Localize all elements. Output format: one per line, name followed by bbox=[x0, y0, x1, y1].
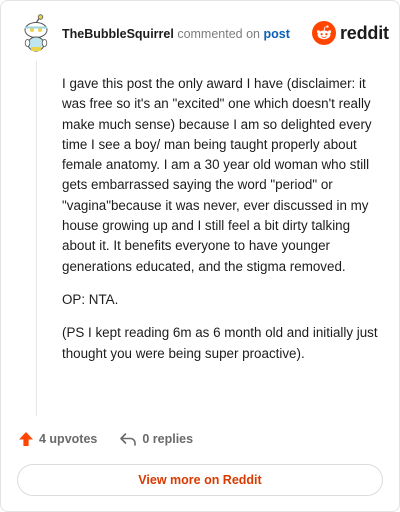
comment-paragraph: (PS I kept reading 6m as 6 month old and… bbox=[62, 325, 378, 361]
upvote-button[interactable]: 4 upvotes bbox=[18, 431, 97, 447]
reply-arrow-icon bbox=[120, 433, 137, 446]
upvote-count: 4 upvotes bbox=[39, 432, 98, 446]
author-name[interactable]: TheBubbleSquirrel bbox=[62, 27, 174, 41]
comment-paragraph: I gave this post the only award I have (… bbox=[62, 76, 372, 274]
author-line: TheBubbleSquirrel commented on post bbox=[62, 26, 290, 42]
post-link[interactable]: post bbox=[263, 27, 289, 41]
comment-embed-card: TheBubbleSquirrel commented on post redd… bbox=[0, 0, 400, 512]
commented-text: commented on bbox=[177, 27, 260, 41]
comment-actions: 4 upvotes 0 replies bbox=[18, 429, 193, 449]
reddit-logo-icon bbox=[312, 21, 336, 45]
reply-button[interactable]: 0 replies bbox=[119, 431, 193, 447]
snoo-avatar-icon[interactable] bbox=[19, 14, 53, 54]
thread-line bbox=[36, 61, 37, 416]
reddit-logo[interactable]: reddit bbox=[312, 21, 389, 45]
view-more-button[interactable]: View more on Reddit bbox=[17, 464, 383, 496]
comment-paragraph: OP: NTA. bbox=[62, 291, 119, 307]
reply-count: 0 replies bbox=[142, 432, 194, 446]
comment-header: TheBubbleSquirrel commented on post redd… bbox=[1, 1, 399, 65]
comment-body: I gave this post the only award I have (… bbox=[62, 74, 378, 377]
upvote-arrow-icon bbox=[19, 432, 33, 446]
reddit-wordmark: reddit bbox=[340, 22, 389, 43]
